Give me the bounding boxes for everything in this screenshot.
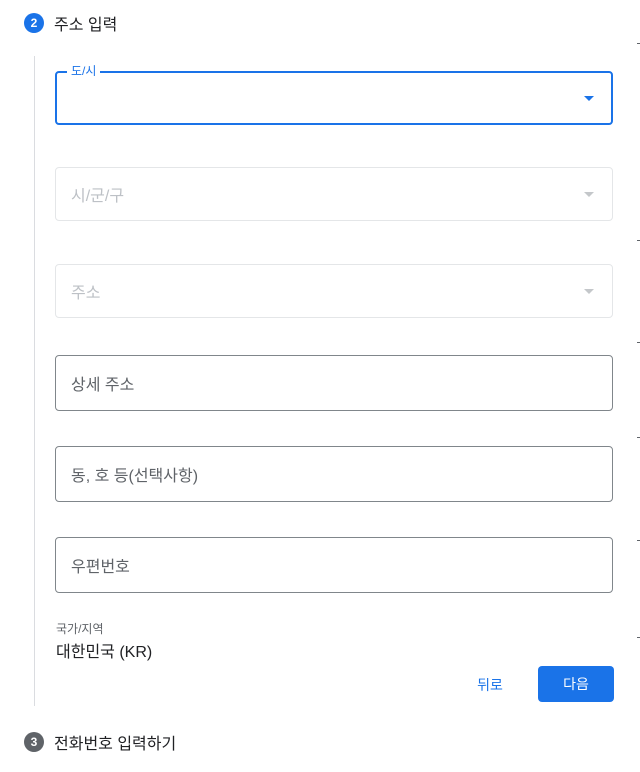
country-value: 대한민국 (KR) xyxy=(56,644,153,661)
city-select[interactable]: 시/군/구 xyxy=(55,167,613,221)
unit-placeholder: 동, 호 등(선택사항) xyxy=(71,468,199,485)
step-number-badge: 2 xyxy=(24,13,44,33)
next-button[interactable]: 다음 xyxy=(538,666,614,702)
city-placeholder: 시/군/구 xyxy=(71,188,125,205)
postal-code-placeholder: 우편번호 xyxy=(71,559,130,576)
detail-address-input[interactable]: 상세 주소 xyxy=(55,355,613,411)
dropdown-arrow-icon xyxy=(584,96,594,101)
step-title: 전화번호 입력하기 xyxy=(54,736,177,753)
postal-code-input[interactable]: 우편번호 xyxy=(55,537,613,593)
detail-address-placeholder: 상세 주소 xyxy=(71,377,135,394)
step-number-badge: 3 xyxy=(24,732,44,752)
step-2-header: 2 주소 입력 xyxy=(24,11,117,35)
unit-input[interactable]: 동, 호 등(선택사항) xyxy=(55,446,613,502)
province-select[interactable]: 도/시 xyxy=(55,64,613,125)
step-3-header[interactable]: 3 전화번호 입력하기 xyxy=(24,730,176,754)
dropdown-arrow-icon xyxy=(584,192,594,197)
country-label: 국가/지역 xyxy=(56,622,104,636)
address-placeholder: 주소 xyxy=(71,285,101,302)
back-button[interactable]: 뒤로 xyxy=(462,667,518,703)
step-connector-line xyxy=(34,56,35,706)
province-label: 도/시 xyxy=(67,64,101,78)
step-title: 주소 입력 xyxy=(54,17,118,34)
dropdown-arrow-icon xyxy=(584,289,594,294)
address-select[interactable]: 주소 xyxy=(55,264,613,318)
